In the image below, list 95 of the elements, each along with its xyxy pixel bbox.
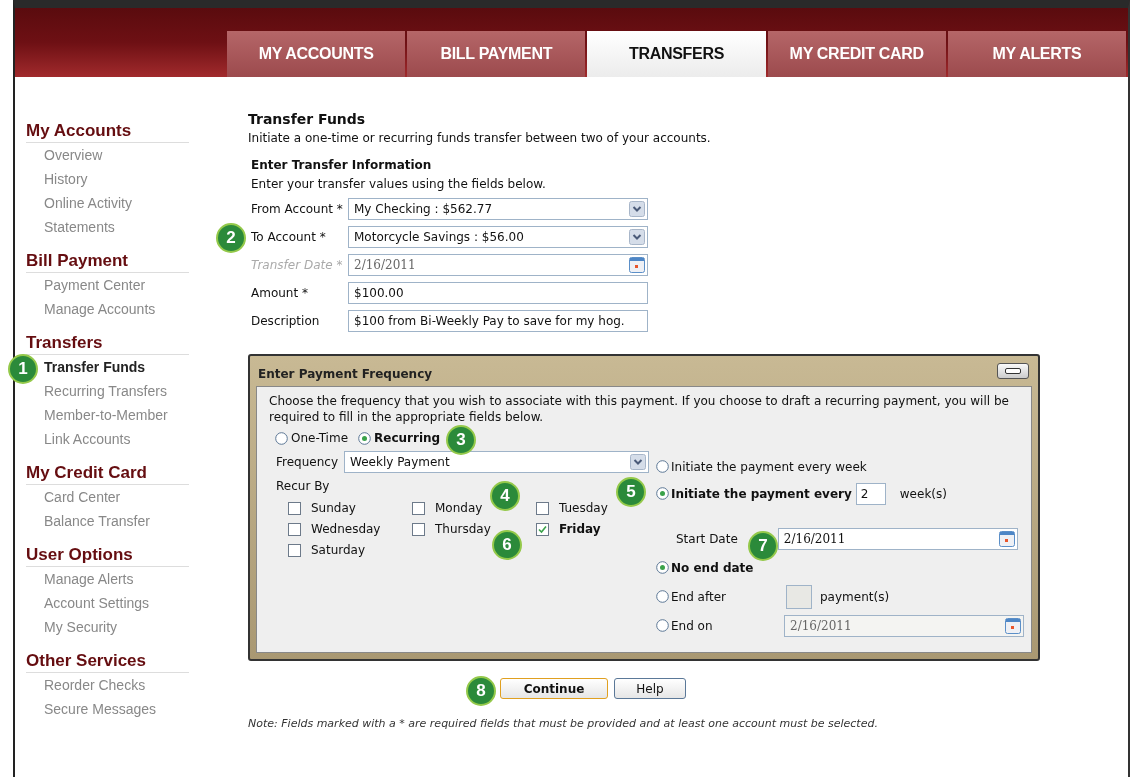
day-label[interactable]: Tuesday: [559, 501, 608, 515]
step-badge: 2: [216, 223, 246, 253]
field-label: Recur By: [276, 479, 330, 495]
radio-button[interactable]: [656, 619, 669, 632]
dropdown-icon[interactable]: [629, 201, 645, 217]
checkbox[interactable]: [288, 543, 301, 557]
radio-button[interactable]: [358, 431, 372, 445]
nav-tab[interactable]: MY CREDIT CARD: [767, 31, 946, 77]
sidebar-link[interactable]: My Security: [44, 615, 118, 639]
sidebar-heading: My Credit Card: [26, 463, 189, 485]
sidebar-heading: Other Services: [26, 651, 189, 673]
minimize-icon: [1005, 368, 1021, 374]
checkbox[interactable]: [412, 522, 425, 536]
frequency-select[interactable]: Weekly Payment: [344, 451, 649, 473]
input-field[interactable]: $100 from Bi-Weekly Pay to save for my hog.: [348, 310, 648, 332]
interval-field[interactable]: 2: [855, 482, 886, 505]
radio-label[interactable]: No end date: [671, 560, 754, 575]
sidebar-heading: My Accounts: [26, 121, 189, 143]
radio-button[interactable]: [656, 561, 669, 574]
radio-label[interactable]: Initiate the payment every: [671, 486, 852, 501]
date-field[interactable]: 2/16/2011: [777, 527, 1018, 550]
sidebar-link[interactable]: Secure Messages: [44, 697, 157, 721]
sidebar-link[interactable]: Payment Center: [44, 273, 146, 297]
page-title: Transfer Funds: [248, 111, 367, 127]
field-label: To Account *: [251, 230, 327, 244]
payment-count-field[interactable]: [786, 584, 812, 609]
day-label[interactable]: Thursday: [435, 522, 491, 536]
section-heading: Enter Transfer Information: [251, 158, 433, 172]
sidebar-link[interactable]: Balance Transfer: [44, 509, 150, 533]
panel-intro: Choose the frequency that you wish to associate with this payment. If you choose to draft a recurring payment, you will be required to fill in the appropriate fields below.: [269, 393, 1009, 425]
checkbox[interactable]: [288, 501, 301, 515]
sidebar-link[interactable]: Overview: [44, 143, 103, 167]
checkbox[interactable]: [288, 522, 301, 536]
checkbox[interactable]: [536, 522, 549, 536]
minimize-button[interactable]: [997, 363, 1029, 379]
radio-label[interactable]: End on: [671, 618, 713, 633]
field-label: Amount *: [251, 286, 309, 300]
nav-tab[interactable]: TRANSFERS: [587, 31, 766, 77]
dropdown-icon[interactable]: [629, 229, 645, 245]
page-subtitle: Initiate a one-time or recurring funds transfer between two of your accounts.: [248, 131, 712, 145]
radio-label[interactable]: Recurring: [374, 431, 441, 445]
sidebar-link[interactable]: Account Settings: [44, 591, 150, 615]
calendar-icon[interactable]: [998, 530, 1015, 547]
checkbox[interactable]: [536, 501, 549, 515]
continue-button[interactable]: Continue: [500, 678, 608, 699]
sidebar-link[interactable]: Link Accounts: [44, 427, 131, 451]
calendar-icon[interactable]: [629, 257, 645, 273]
calendar-icon[interactable]: [1005, 617, 1021, 634]
sidebar-link[interactable]: Transfer Funds: [44, 355, 146, 379]
sidebar-link[interactable]: History: [44, 167, 88, 191]
radio-label[interactable]: Initiate the payment every week: [671, 459, 867, 474]
day-label[interactable]: Friday: [559, 522, 601, 536]
nav-tab[interactable]: MY ALERTS: [947, 31, 1126, 77]
step-badge: 8: [466, 676, 496, 706]
unit-label: week(s): [899, 486, 947, 501]
radio-button[interactable]: [656, 590, 669, 603]
step-badge: 1: [8, 354, 38, 384]
sidebar-heading: User Options: [26, 545, 189, 567]
field-label: Description: [251, 314, 321, 328]
checkbox[interactable]: [412, 501, 425, 515]
input-field[interactable]: $100.00: [348, 282, 648, 304]
sidebar-link[interactable]: Manage Accounts: [44, 297, 156, 321]
field-label: Frequency: [276, 455, 338, 469]
sidebar-link[interactable]: Online Activity: [44, 191, 132, 215]
day-label[interactable]: Monday: [435, 501, 483, 515]
account-select[interactable]: My Checking : $562.77: [348, 198, 648, 220]
radio-button[interactable]: [656, 460, 669, 473]
day-label[interactable]: Wednesday: [311, 522, 381, 536]
sidebar-link[interactable]: Recurring Transfers: [44, 379, 167, 403]
sidebar-heading: Transfers: [26, 333, 189, 355]
sidebar-link[interactable]: Card Center: [44, 485, 121, 509]
sidebar-link[interactable]: Reorder Checks: [44, 673, 146, 697]
sidebar-heading: Bill Payment: [26, 251, 189, 273]
dropdown-icon[interactable]: [630, 454, 646, 470]
day-label[interactable]: Saturday: [311, 543, 366, 557]
section-hint: Enter your transfer values using the fields below.: [251, 177, 547, 191]
radio-label[interactable]: One-Time: [291, 431, 349, 445]
field-label: Transfer Date *: [251, 258, 344, 272]
nav-tab[interactable]: BILL PAYMENT: [407, 31, 586, 77]
radio-button[interactable]: [275, 431, 288, 445]
account-select[interactable]: Motorcycle Savings : $56.00: [348, 226, 648, 248]
unit-label: payment(s): [820, 589, 890, 604]
help-button[interactable]: Help: [614, 678, 686, 699]
sidebar-link[interactable]: Manage Alerts: [44, 567, 134, 591]
radio-button[interactable]: [656, 487, 669, 500]
field-label: From Account *: [251, 202, 344, 216]
sidebar-link[interactable]: Statements: [44, 215, 115, 239]
nav-tab[interactable]: MY ACCOUNTS: [227, 31, 406, 77]
date-field[interactable]: 2/16/2011: [784, 614, 1024, 637]
radio-label[interactable]: End after: [671, 589, 726, 604]
field-label: Start Date: [676, 531, 738, 546]
footnote: Note: Fields marked with a * are required fields that must be provided and at least one account must be selected.: [248, 717, 879, 730]
sidebar-link[interactable]: Member-to-Member: [44, 403, 168, 427]
panel-title: Enter Payment Frequency: [258, 367, 433, 381]
day-label[interactable]: Sunday: [311, 501, 356, 515]
